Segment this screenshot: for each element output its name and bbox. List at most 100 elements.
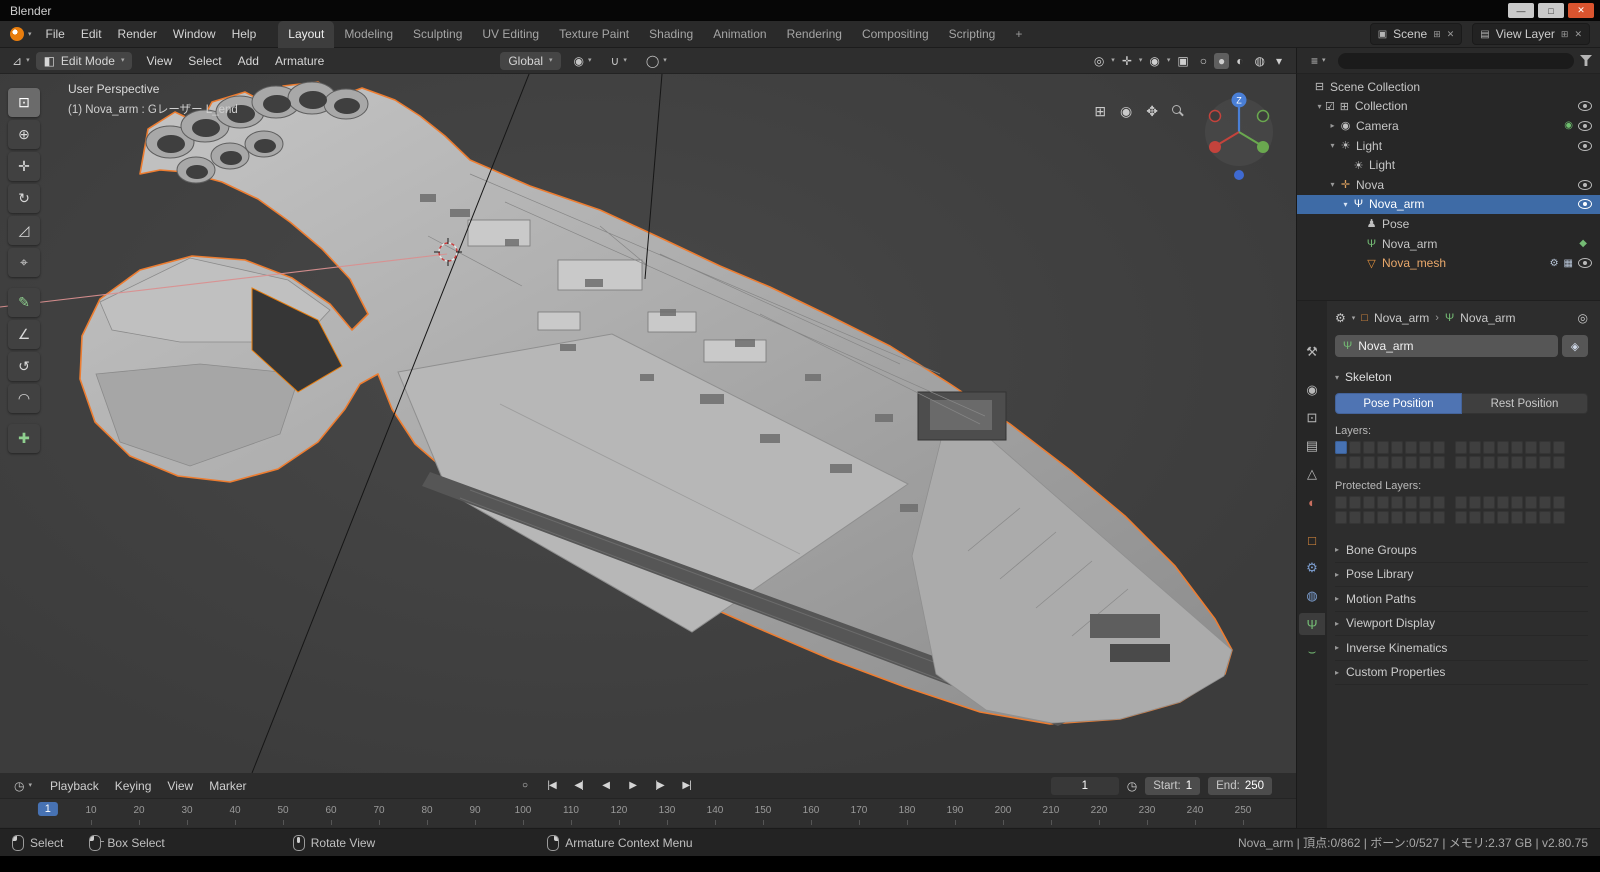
pivot-point-dropdown[interactable]: ◉ ▾ [568,52,598,70]
outliner-row[interactable]: ▾ ✛ Nova [1297,175,1600,195]
layer-toggle[interactable] [1363,441,1375,454]
layer-toggle[interactable] [1405,456,1417,469]
workspace-add-button[interactable]: + [1005,21,1032,48]
roll-tool[interactable]: ↺ [8,352,40,381]
gizmos-icon[interactable]: ✛ [1118,53,1136,69]
camera-view-icon[interactable]: ◉ [1120,104,1132,118]
layer-toggle[interactable] [1497,441,1509,454]
timeline-ruler[interactable]: 1 10 20 30 40 50 60 70 80 90 100 110 120 130 140 150 16… [0,799,1296,827]
layer-toggle[interactable] [1349,496,1361,509]
outliner-row[interactable]: ▸ ◉ Camera ◉ [1297,116,1600,136]
disclosure-open-icon[interactable]: ▾ [1314,102,1325,111]
outliner-row[interactable]: ▾ Ψ Nova_arm [1297,194,1600,215]
gizmo-x-axis[interactable] [1209,141,1221,153]
layer-toggle[interactable] [1377,496,1389,509]
layer-toggle[interactable] [1433,511,1445,524]
layer-toggle[interactable] [1553,441,1565,454]
layer-toggle[interactable] [1525,456,1537,469]
layer-toggle[interactable] [1405,511,1417,524]
unlink-scene-icon[interactable]: ✕ [1447,29,1455,40]
menu-help[interactable]: Help [224,22,265,46]
panel-bone-groups[interactable]: ▸ Bone Groups [1335,538,1588,563]
layer-toggle[interactable] [1391,496,1403,509]
visibility-eye-icon[interactable] [1578,258,1592,269]
workspace-tab-animation[interactable]: Animation [703,21,776,48]
layer-toggle[interactable] [1553,496,1565,509]
scene-selector[interactable]: ▣ Scene ⊞ ✕ [1369,23,1463,45]
breadcrumb-data[interactable]: Nova_arm [1460,311,1515,325]
end-frame-field[interactable]: End: 250 [1208,776,1272,795]
viewport-menu-select[interactable]: Select [180,50,229,72]
zoom-view-icon[interactable] [1172,105,1184,117]
jump-to-start-button[interactable]: |◀ [540,778,564,793]
panel-viewport-display[interactable]: ▸ Viewport Display [1335,612,1588,636]
workspace-tab-modeling[interactable]: Modeling [334,21,403,48]
properties-tab-view-layer[interactable]: ▤ [1299,435,1325,457]
layer-toggle[interactable] [1539,456,1551,469]
layer-toggle[interactable] [1363,456,1375,469]
properties-tab-output[interactable]: ⊡ [1299,407,1325,429]
timeline-menu-marker[interactable]: Marker [201,775,254,797]
visibility-eye-icon[interactable] [1578,101,1592,112]
layer-toggle[interactable] [1391,456,1403,469]
layer-toggle[interactable] [1433,496,1445,509]
checkbox-icon[interactable]: ☑ [1325,100,1335,113]
menu-file[interactable]: File [38,22,73,46]
layer-toggle[interactable] [1525,496,1537,509]
shading-wireframe-icon[interactable]: ○ [1196,53,1211,69]
layer-toggle[interactable] [1539,496,1551,509]
visibility-eye-icon[interactable] [1578,199,1592,210]
gizmo-y-negative[interactable] [1256,109,1270,123]
layer-toggle[interactable] [1469,441,1481,454]
shading-rendered-icon[interactable]: ◍ [1250,53,1268,69]
move-tool[interactable]: ✛ [8,152,40,181]
layer-toggle[interactable] [1553,456,1565,469]
layer-toggle[interactable] [1469,496,1481,509]
layer-toggle[interactable] [1335,496,1347,509]
next-keyframe-button[interactable]: |▶ [648,778,672,793]
previous-keyframe-button[interactable]: ◀| [567,778,591,793]
view-layer-selector[interactable]: ▤ View Layer ⊞ ✕ [1472,23,1590,45]
layer-toggle[interactable] [1455,441,1467,454]
layer-toggle[interactable] [1483,456,1495,469]
layer-toggle[interactable] [1455,496,1467,509]
properties-tab-physics[interactable]: ◍ [1299,585,1325,607]
menu-window[interactable]: Window [165,22,224,46]
layer-toggle[interactable] [1511,456,1523,469]
layer-toggle[interactable] [1377,456,1389,469]
outliner-row[interactable]: ♟ Pose [1297,214,1600,234]
gizmo-x-negative[interactable] [1208,109,1222,123]
annotate-tool[interactable]: ✎ [8,288,40,317]
properties-editor-icon[interactable]: ⚙ [1335,311,1346,325]
scale-tool[interactable]: ◿ [8,216,40,245]
workspace-tab-sculpting[interactable]: Sculpting [403,21,472,48]
cursor-tool[interactable]: ⊕ [8,120,40,149]
layer-toggle[interactable] [1419,441,1431,454]
object-visibility-icon[interactable]: ◎ [1090,53,1108,69]
layer-toggle[interactable] [1335,441,1347,454]
timeline-editor-dropdown[interactable]: ◷ ▾ [8,777,38,795]
breadcrumb-object[interactable]: Nova_arm [1374,311,1429,325]
layer-toggle[interactable] [1511,496,1523,509]
disclosure-open-icon[interactable]: ▾ [1327,141,1338,150]
layer-toggle[interactable] [1455,511,1467,524]
layer-toggle[interactable] [1405,441,1417,454]
layer-toggle[interactable] [1391,441,1403,454]
panel-pose-library[interactable]: ▸ Pose Library [1335,563,1588,587]
workspace-tab-layout[interactable]: Layout [278,20,335,48]
select-box-tool[interactable]: ⊡ [8,88,40,117]
layer-toggle[interactable] [1349,511,1361,524]
overlays-icon[interactable]: ◉ [1145,53,1163,69]
layer-toggle[interactable] [1455,456,1467,469]
layer-toggle[interactable] [1497,456,1509,469]
shading-solid-icon[interactable]: ● [1213,52,1230,69]
rotate-tool[interactable]: ↻ [8,184,40,213]
pose-position-button[interactable]: Pose Position [1335,393,1462,414]
snap-dropdown[interactable]: ∪ ▾ [605,52,633,70]
play-button[interactable]: ▶ [621,778,645,793]
viewport-menu-add[interactable]: Add [230,50,267,72]
outliner-row[interactable]: Ψ Nova_arm ◆ [1297,234,1600,254]
rest-position-button[interactable]: Rest Position [1462,393,1588,414]
maximize-button[interactable]: □ [1538,3,1564,18]
layer-toggle[interactable] [1483,496,1495,509]
